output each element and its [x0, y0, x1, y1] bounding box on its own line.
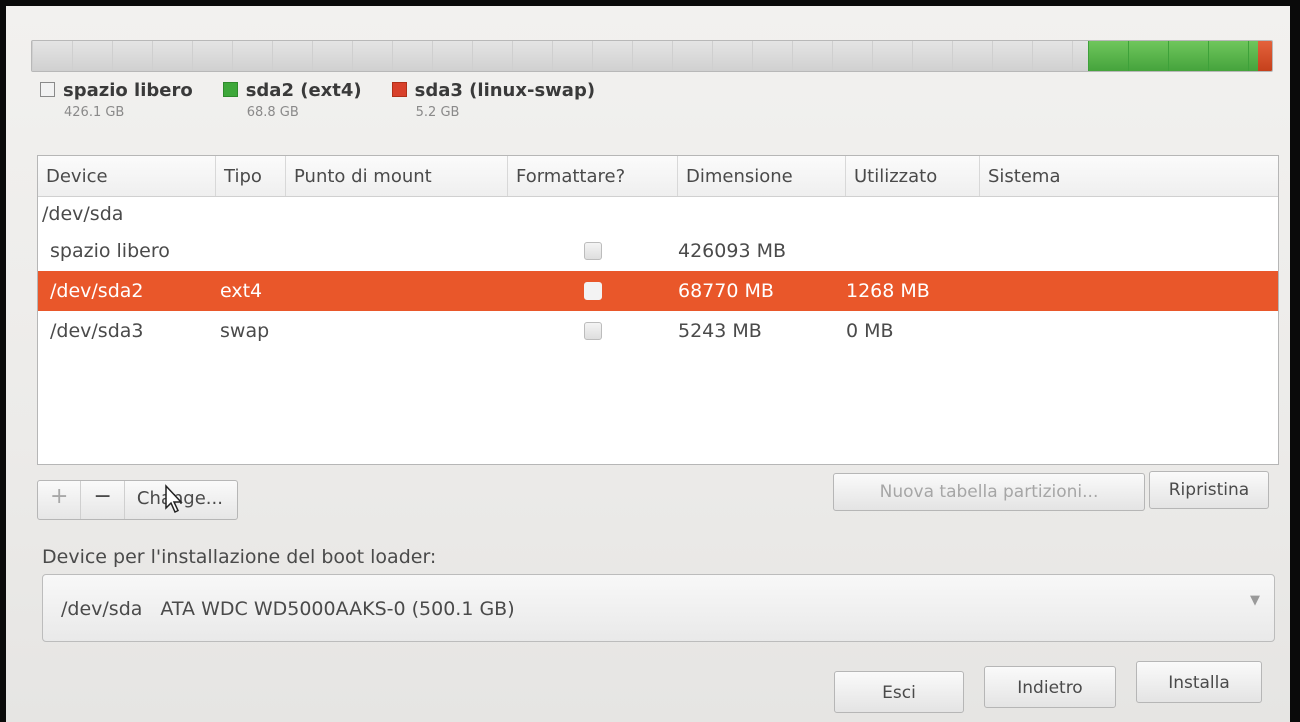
cell-format — [508, 242, 678, 260]
cell-size: 68770 MB — [678, 280, 774, 302]
legend-swatch-sda2 — [222, 82, 238, 97]
legend-swatch-sda3 — [391, 82, 407, 97]
table-row[interactable]: /dev/sda3 swap 5243 MB 0 MB — [38, 311, 1278, 351]
legend-item-sda2: sda2 (ext4) 68.8 GB — [222, 80, 362, 120]
column-header-used[interactable]: Utilizzato — [846, 156, 980, 196]
partition-bar-sda3-segment — [1258, 41, 1272, 71]
legend-size: 5.2 GB — [415, 105, 460, 120]
remove-partition-button[interactable]: − — [81, 481, 125, 519]
format-checkbox[interactable] — [584, 282, 602, 300]
format-checkbox[interactable] — [584, 322, 602, 340]
column-header-device[interactable]: Device — [38, 156, 216, 196]
cell-device: spazio libero — [50, 240, 170, 262]
partition-bar-sda2-segment — [1088, 41, 1259, 71]
bootloader-device-description: ATA WDC WD5000AAKS-0 (500.1 GB) — [160, 598, 515, 620]
back-button[interactable]: Indietro — [984, 666, 1116, 708]
table-row[interactable]: spazio libero 426093 MB — [38, 231, 1278, 271]
cell-used: 1268 MB — [846, 280, 930, 302]
legend-size: 426.1 GB — [64, 105, 125, 120]
legend-label: sda3 (linux-swap) — [414, 80, 596, 101]
partition-legend: spazio libero 426.1 GB sda2 (ext4) 68.8 … — [40, 80, 625, 120]
revert-button[interactable]: Ripristina — [1149, 471, 1269, 509]
column-header-mount-point[interactable]: Punto di mount — [286, 156, 508, 196]
format-checkbox[interactable] — [584, 242, 602, 260]
cell-used: 0 MB — [846, 320, 894, 342]
dropdown-arrow-icon: ▼ — [1250, 593, 1260, 608]
partition-bar-free-segment — [32, 41, 1089, 71]
legend-item-sda3: sda3 (linux-swap) 5.2 GB — [391, 80, 596, 120]
cell-type: swap — [220, 320, 270, 342]
quit-button[interactable]: Esci — [834, 671, 964, 713]
bootloader-device-combobox[interactable]: /dev/sda ATA WDC WD5000AAKS-0 (500.1 GB) … — [42, 574, 1275, 642]
legend-size: 68.8 GB — [246, 105, 299, 120]
partition-toolbar: + − Change... — [37, 480, 238, 520]
cell-size: 5243 MB — [678, 320, 762, 342]
cell-type: ext4 — [220, 280, 263, 302]
table-row-selected[interactable]: /dev/sda2 ext4 68770 MB 1268 MB — [38, 271, 1278, 311]
bootloader-label: Device per l'installazione del boot load… — [42, 546, 437, 568]
partition-bar — [31, 40, 1273, 72]
column-header-system[interactable]: Sistema — [980, 156, 1278, 196]
table-body: /dev/sda spazio libero 426093 MB /dev/sd… — [38, 197, 1278, 351]
cell-format — [508, 322, 678, 340]
column-header-format[interactable]: Formattare? — [508, 156, 678, 196]
partition-table: Device Tipo Punto di mount Formattare? D… — [37, 155, 1279, 465]
column-header-type[interactable]: Tipo — [216, 156, 286, 196]
legend-item-free: spazio libero 426.1 GB — [40, 80, 193, 120]
cell-device: /dev/sda3 — [50, 320, 144, 342]
cell-device: /dev/sda2 — [50, 280, 144, 302]
cell-size: 426093 MB — [678, 240, 786, 262]
column-header-size[interactable]: Dimensione — [678, 156, 846, 196]
table-row-disk-group[interactable]: /dev/sda — [38, 197, 1278, 231]
legend-label: spazio libero — [63, 80, 193, 101]
change-partition-button[interactable]: Change... — [125, 481, 237, 519]
add-partition-button[interactable]: + — [38, 481, 82, 519]
new-partition-table-button[interactable]: Nuova tabella partizioni... — [833, 473, 1145, 511]
group-device: /dev/sda — [42, 203, 124, 225]
table-header: Device Tipo Punto di mount Formattare? D… — [38, 156, 1278, 197]
bootloader-device: /dev/sda — [61, 598, 143, 620]
legend-label: sda2 (ext4) — [245, 80, 362, 101]
legend-swatch-free — [40, 82, 55, 97]
install-button[interactable]: Installa — [1136, 661, 1262, 703]
cell-format — [508, 282, 678, 300]
installer-window: spazio libero 426.1 GB sda2 (ext4) 68.8 … — [6, 6, 1290, 722]
